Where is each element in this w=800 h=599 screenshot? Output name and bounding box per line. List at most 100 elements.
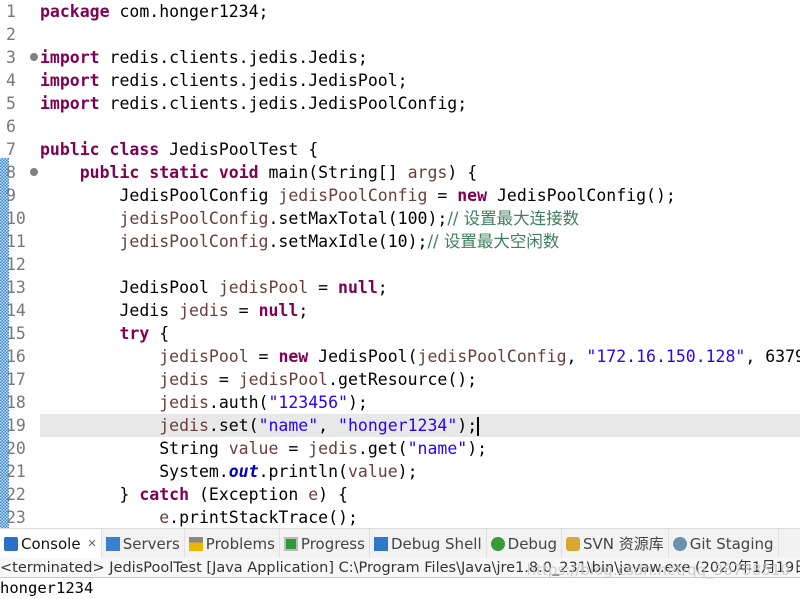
code-token: JedisPoolTest { bbox=[159, 140, 319, 159]
view-tab-bar: Console ✕ Servers Problems Progress Debug She… bbox=[0, 528, 800, 558]
problems-icon bbox=[188, 536, 203, 551]
code-line[interactable]: 20 String value = jedis.get("name"); bbox=[0, 437, 800, 460]
code-line[interactable]: 10 jedisPoolConfig.setMaxTotal(100);// 设… bbox=[0, 207, 800, 230]
line-number: 5 bbox=[6, 94, 16, 113]
line-number: 22 bbox=[6, 485, 26, 504]
code-token: redis.clients.jedis.Jedis; bbox=[99, 48, 368, 67]
code-token: import bbox=[40, 71, 100, 90]
watermark: https://blog.csdn.net/qq_38738510 bbox=[526, 561, 790, 579]
code-token: JedisPoolConfig bbox=[40, 186, 279, 205]
line-number: 4 bbox=[6, 71, 16, 90]
code-token: } bbox=[40, 485, 140, 504]
code-line[interactable]: 19 jedis.set("name", "honger1234"); bbox=[6, 414, 800, 437]
line-number: 9 bbox=[6, 186, 16, 205]
code-line[interactable]: 18 jedis.auth("123456"); bbox=[0, 391, 800, 414]
code-token: .setMaxIdle(10); bbox=[268, 232, 428, 251]
fold-toggle-icon[interactable] bbox=[30, 53, 38, 61]
code-token: redis.clients.jedis.JedisPool; bbox=[99, 71, 408, 90]
code-line[interactable]: 23 e.printStackTrace(); bbox=[0, 506, 800, 528]
code-token: ) { bbox=[318, 485, 348, 504]
code-token: ; bbox=[377, 278, 388, 297]
line-number: 21 bbox=[6, 462, 26, 481]
code-line[interactable]: 1 package com.honger1234; bbox=[0, 0, 800, 23]
code-token: .getResource(); bbox=[328, 370, 478, 389]
code-line[interactable]: 6 bbox=[0, 115, 800, 138]
code-line[interactable]: 17 jedis = jedisPool.getResource(); bbox=[0, 368, 800, 391]
fold-toggle-icon[interactable] bbox=[30, 168, 38, 176]
code-token: , bbox=[318, 416, 339, 435]
line-number: 16 bbox=[6, 347, 26, 366]
code-line[interactable]: 21 System.out.println(value); bbox=[0, 460, 800, 483]
code-token: e bbox=[159, 508, 170, 527]
code-token: ); bbox=[467, 439, 488, 458]
code-token: jedis bbox=[159, 370, 209, 389]
tab-label: Progress bbox=[300, 534, 365, 553]
code-token: null bbox=[338, 278, 378, 297]
code-line[interactable]: 5 import redis.clients.jedis.JedisPoolCon… bbox=[0, 92, 800, 115]
line-number: 19 bbox=[6, 416, 26, 435]
servers-icon bbox=[105, 536, 120, 551]
code-token: Jedis bbox=[40, 301, 180, 320]
code-token: jedisPoolConfig bbox=[119, 209, 269, 228]
code-token: jedisPoolConfig bbox=[417, 347, 567, 366]
code-line[interactable]: 12 bbox=[0, 253, 800, 276]
code-token: .set( bbox=[208, 416, 259, 435]
code-line[interactable]: 16 jedisPool = new JedisPool(jedisPoolCo… bbox=[0, 345, 800, 368]
tab-label: Git Staging bbox=[689, 534, 774, 553]
tab-progress[interactable]: Progress bbox=[280, 529, 370, 558]
console-output[interactable]: honger1234 bbox=[0, 578, 800, 599]
tab-debug-shell[interactable]: Debug Shell bbox=[370, 529, 487, 558]
git-staging-icon bbox=[672, 536, 687, 551]
tab-servers[interactable]: Servers bbox=[102, 529, 185, 558]
code-line[interactable]: 11 jedisPoolConfig.setMaxIdle(10);// 设置最… bbox=[0, 230, 800, 253]
tab-git-staging[interactable]: Git Staging bbox=[669, 529, 779, 558]
code-token: .auth( bbox=[208, 393, 269, 412]
code-line[interactable]: 4 import redis.clients.jedis.JedisPool; bbox=[0, 69, 800, 92]
tab-label: Debug bbox=[507, 534, 557, 553]
code-token: com.honger1234; bbox=[109, 2, 269, 21]
code-token: "honger1234" bbox=[338, 416, 458, 435]
close-icon[interactable]: ✕ bbox=[88, 537, 97, 550]
code-token: value bbox=[228, 439, 279, 458]
code-token: JedisPool bbox=[40, 278, 219, 297]
code-token: .get( bbox=[357, 439, 408, 458]
line-number: 13 bbox=[6, 278, 26, 297]
code-token: jedisPoolConfig bbox=[119, 232, 269, 251]
code-token: main(String[] bbox=[258, 163, 408, 182]
console-panel: Console ✕ Servers Problems Progress Debug She… bbox=[0, 528, 800, 599]
code-line[interactable]: 2 bbox=[0, 23, 800, 46]
line-number: 18 bbox=[6, 393, 26, 412]
code-token: package bbox=[40, 2, 110, 21]
code-line[interactable]: 8 public static void main(String[] args)… bbox=[0, 161, 800, 184]
code-line[interactable]: 15 try { bbox=[0, 322, 800, 345]
code-token: catch bbox=[139, 485, 190, 504]
code-token: jedis bbox=[179, 301, 229, 320]
tab-console[interactable]: Console ✕ bbox=[0, 529, 102, 558]
tab-debug[interactable]: Debug bbox=[487, 529, 562, 558]
line-number: 14 bbox=[6, 301, 26, 320]
code-line[interactable]: 3 import redis.clients.jedis.Jedis; bbox=[0, 46, 800, 69]
code-line[interactable]: 7 public class JedisPoolTest { bbox=[0, 138, 800, 161]
code-token: new bbox=[278, 347, 309, 366]
line-number: 20 bbox=[6, 439, 26, 458]
code-token: redis.clients.jedis.JedisPoolConfig; bbox=[99, 94, 468, 113]
code-line[interactable]: 9 JedisPoolConfig jedisPoolConfig = new … bbox=[0, 184, 800, 207]
code-line[interactable]: 14 Jedis jedis = null; bbox=[0, 299, 800, 322]
code-token: ); bbox=[347, 393, 368, 412]
code-token: , 6379 bbox=[745, 347, 800, 366]
code-token: value bbox=[347, 462, 398, 481]
tab-label: Servers bbox=[122, 534, 180, 553]
code-token: "123456" bbox=[268, 393, 348, 412]
code-token: try bbox=[119, 324, 150, 343]
code-line[interactable]: 22 } catch (Exception e) { bbox=[0, 483, 800, 506]
tab-svn-[interactable]: SVN 资源库 bbox=[562, 529, 669, 558]
line-number: 17 bbox=[6, 370, 26, 389]
code-editor[interactable]: 1 package com.honger1234; 2 3 import redis.c… bbox=[0, 0, 800, 528]
tab-problems[interactable]: Problems bbox=[185, 529, 280, 558]
code-line[interactable]: 13 JedisPool jedisPool = null; bbox=[0, 276, 800, 299]
